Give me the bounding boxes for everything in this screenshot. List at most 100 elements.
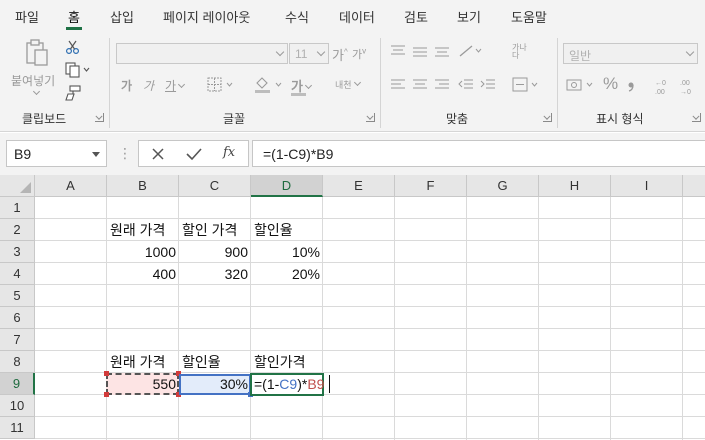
cancel-button[interactable] — [151, 147, 165, 164]
svg-text:→0: →0 — [680, 89, 691, 95]
column-header-e[interactable]: E — [323, 175, 395, 197]
row-header-4[interactable]: 4 — [0, 263, 35, 285]
row-header-1[interactable]: 1 — [0, 197, 35, 219]
row-header-6[interactable]: 6 — [0, 307, 35, 329]
cell-b2[interactable]: 원래 가격 — [107, 219, 179, 241]
column-header-b[interactable]: B — [107, 175, 179, 197]
cell-b4[interactable]: 400 — [107, 263, 179, 285]
bold-button[interactable]: 가 — [121, 77, 132, 94]
paste-dropdown[interactable] — [31, 86, 41, 100]
currency-icon — [566, 79, 593, 91]
copy-button[interactable] — [65, 62, 91, 78]
cell-d4[interactable]: 20% — [251, 263, 323, 285]
accounting-format-button[interactable] — [566, 77, 598, 93]
align-bottom-button[interactable] — [434, 44, 450, 58]
column-header-h[interactable]: H — [539, 175, 611, 197]
font-size-dropdown[interactable]: 11 — [289, 43, 329, 64]
percent-style-button[interactable]: % — [603, 74, 618, 94]
paste-icon — [26, 39, 48, 66]
font-name-dropdown[interactable] — [116, 43, 288, 64]
column-header-i[interactable]: I — [611, 175, 683, 197]
enter-button[interactable] — [186, 147, 202, 164]
cell-d3[interactable]: 10% — [251, 241, 323, 263]
decrease-decimal-button[interactable]: .00 →0 — [680, 77, 698, 95]
cell-d9-editor[interactable]: =(1-C9)*B9 — [254, 373, 324, 395]
merge-center-button[interactable] — [512, 77, 542, 93]
shrink-font-button[interactable]: 가v — [352, 46, 366, 62]
cell-d2[interactable]: 할인율 — [251, 219, 323, 241]
select-all-button[interactable] — [0, 175, 35, 197]
column-header-d[interactable]: D — [251, 175, 323, 197]
italic-button[interactable]: 가 — [143, 77, 154, 94]
align-top-button[interactable] — [390, 44, 406, 58]
column-header-g[interactable]: G — [467, 175, 539, 197]
cell-b9[interactable]: 550 — [107, 373, 179, 395]
tab-home[interactable]: 홈 — [66, 7, 82, 30]
grow-font-button[interactable]: 가^ — [332, 45, 348, 64]
row-header-8[interactable]: 8 — [0, 351, 35, 373]
paste-button[interactable] — [22, 38, 52, 68]
align-right-button[interactable] — [434, 78, 450, 92]
alignment-launcher-icon[interactable] — [543, 113, 552, 122]
underline-button[interactable]: 가 — [165, 77, 186, 94]
clipboard-group-label: 클립보드 — [22, 112, 67, 126]
comma-style-button[interactable] — [626, 77, 640, 93]
row-header-11[interactable]: 11 — [0, 417, 35, 439]
align-center-button[interactable] — [412, 78, 428, 92]
increase-indent-button[interactable] — [480, 78, 496, 92]
formula-bar-grip-icon[interactable]: ⋮ — [118, 145, 132, 162]
formula-input[interactable]: =(1-C9)*B9 — [252, 140, 705, 167]
cell-c8[interactable]: 할인율 — [179, 351, 251, 373]
tab-data[interactable]: 데이터 — [339, 7, 375, 26]
wrap-text-button[interactable]: 가나다 — [512, 44, 530, 60]
font-launcher-icon[interactable] — [366, 113, 375, 122]
cell-b8[interactable]: 원래 가격 — [107, 351, 179, 373]
align-left-button[interactable] — [390, 78, 406, 92]
cell-b3[interactable]: 1000 — [107, 241, 179, 263]
row-header-9[interactable]: 9 — [0, 373, 35, 395]
font-size-value: 11 — [295, 47, 308, 61]
gridline — [682, 197, 683, 440]
orientation-button[interactable] — [458, 43, 486, 59]
row-header-3[interactable]: 3 — [0, 241, 35, 263]
cell-d8[interactable]: 할인가격 — [251, 351, 323, 373]
row-header-5[interactable]: 5 — [0, 285, 35, 307]
gridline — [35, 416, 705, 417]
tab-help[interactable]: 도움말 — [511, 7, 547, 26]
align-middle-button[interactable] — [412, 44, 428, 58]
tab-page-layout[interactable]: 페이지 레이아웃 — [163, 7, 250, 26]
column-header-a[interactable]: A — [35, 175, 107, 197]
name-box[interactable]: B9 — [6, 140, 107, 167]
number-launcher-icon[interactable] — [692, 113, 701, 122]
number-format-value: 일반 — [569, 49, 592, 63]
clipboard-launcher-icon[interactable] — [95, 113, 104, 122]
cell-c9[interactable]: 30% — [179, 373, 251, 395]
column-header-j[interactable] — [683, 175, 705, 197]
chevron-down-icon[interactable] — [92, 152, 100, 157]
cell-c2[interactable]: 할인 가격 — [179, 219, 251, 241]
insert-function-button[interactable]: fx — [223, 145, 235, 160]
borders-button[interactable] — [207, 77, 237, 93]
fill-color-button[interactable] — [254, 76, 286, 94]
column-header-f[interactable]: F — [395, 175, 467, 197]
worksheet-grid[interactable]: A B C D E F G H I 1 2 3 4 5 6 7 8 9 10 1… — [0, 175, 705, 440]
tab-insert[interactable]: 삽입 — [110, 7, 134, 26]
cut-button[interactable] — [65, 39, 81, 55]
row-header-10[interactable]: 10 — [0, 395, 35, 417]
tab-view[interactable]: 보기 — [457, 7, 481, 26]
cell-c4[interactable]: 320 — [179, 263, 251, 285]
column-header-c[interactable]: C — [179, 175, 251, 197]
row-header-7[interactable]: 7 — [0, 329, 35, 351]
format-painter-button[interactable] — [65, 85, 81, 101]
tab-review[interactable]: 검토 — [404, 7, 428, 26]
cell-c3[interactable]: 900 — [179, 241, 251, 263]
phonetic-button[interactable]: 내천 — [335, 78, 361, 91]
tab-file[interactable]: 파일 — [15, 7, 39, 26]
tab-formulas[interactable]: 수식 — [285, 7, 309, 26]
row-header-2[interactable]: 2 — [0, 219, 35, 241]
decrease-indent-button[interactable] — [458, 78, 474, 92]
increase-decimal-button[interactable]: ←0.00 — [655, 77, 673, 95]
font-color-button[interactable]: 가 — [291, 76, 313, 96]
number-format-dropdown[interactable]: 일반 — [563, 43, 698, 64]
formula-text: =(1-C9)*B9 — [263, 146, 334, 162]
